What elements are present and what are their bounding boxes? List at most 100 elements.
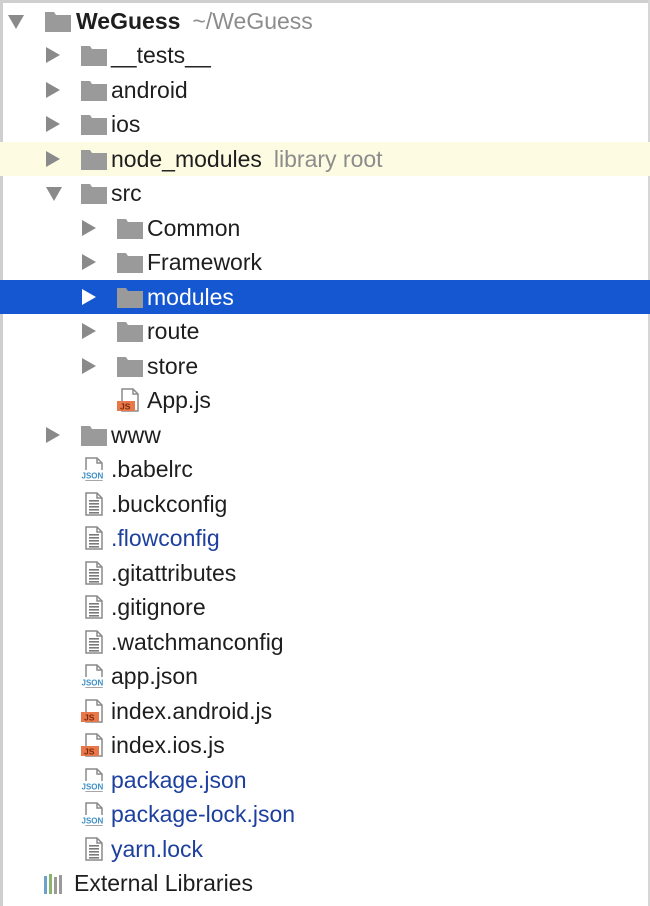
tree-row-watchmanconfig[interactable]: .watchmanconfig <box>0 625 650 659</box>
tree-row-package-json[interactable]: JSON package.json <box>0 763 650 797</box>
text-file-icon <box>85 526 103 550</box>
tree-item-name: store <box>147 352 199 379</box>
expand-arrow-icon[interactable] <box>46 47 60 63</box>
tree-row-babelrc[interactable]: JSON .babelrc <box>0 452 650 486</box>
json-badge-text: JSON <box>82 679 104 688</box>
tree-row-flowconfig[interactable]: .flowconfig <box>0 521 650 555</box>
tree-row-store[interactable]: store <box>0 349 650 383</box>
json-file-icon: JSON <box>81 802 108 826</box>
expand-arrow-icon[interactable] <box>46 426 60 443</box>
tree-item-label: yarn.lock <box>111 835 203 863</box>
json-file-icon: JSON <box>81 664 108 688</box>
json-badge-text: JSON <box>82 817 104 826</box>
tree-row-node-modules[interactable]: node_modules library root <box>0 141 650 176</box>
tree-item-label: Framework <box>147 248 262 276</box>
tree-item-name: package-lock.json <box>111 801 296 827</box>
tree-item-name: .gitignore <box>111 594 206 620</box>
expand-arrow-icon[interactable] <box>46 81 60 98</box>
folder-icon <box>81 149 107 170</box>
tree-item-name: Common <box>147 214 241 241</box>
tree-item-name: .babelrc <box>111 456 193 482</box>
expand-arrow-icon[interactable] <box>82 254 96 270</box>
tree-row-tests[interactable]: __tests__ <box>0 38 650 72</box>
root-name: WeGuess <box>76 8 181 34</box>
tree-item-label: .watchmanconfig <box>111 628 284 656</box>
tree-item-name: __tests__ <box>111 42 211 68</box>
folder-icon <box>81 425 107 446</box>
external-libraries-label: External Libraries <box>74 870 253 896</box>
tree-item-label: index.android.js <box>111 697 272 725</box>
tree-row-modules[interactable]: modules <box>0 279 650 314</box>
tree-item-label: android <box>111 76 188 104</box>
tree-item-name: src <box>111 180 142 206</box>
json-file-icon: JSON <box>81 767 108 792</box>
tree-row-index-ios-js[interactable]: JS index.ios.js <box>0 728 650 762</box>
tree-item-name: .watchmanconfig <box>111 628 284 655</box>
tree-item-label: .babelrc <box>111 455 193 483</box>
tree-row-app-js[interactable]: JS App.js <box>0 383 650 417</box>
tree-row-yarn-lock[interactable]: yarn.lock <box>0 832 650 866</box>
tree-row-gitignore[interactable]: .gitignore <box>0 590 650 624</box>
tree-item-name: Framework <box>147 249 263 275</box>
tree-row-route[interactable]: route <box>0 314 650 348</box>
tree-item-name: index.ios.js <box>111 732 225 758</box>
tree-item-label: package.json <box>111 766 247 794</box>
tree-row-gitattributes[interactable]: .gitattributes <box>0 556 650 590</box>
text-file-icon <box>85 629 103 654</box>
folder-icon <box>81 184 107 204</box>
tree-item-name: android <box>111 76 188 103</box>
expand-arrow-icon[interactable] <box>46 150 60 167</box>
expand-arrow-icon[interactable] <box>82 357 96 374</box>
tree-item-label: ios <box>111 110 140 138</box>
tree-item-label: www <box>111 421 161 449</box>
tree-item-name: .buckconfig <box>111 490 228 517</box>
tree-item-name: yarn.lock <box>111 835 204 862</box>
folder-icon <box>117 356 143 377</box>
folder-icon <box>117 218 143 239</box>
tree-item-name: node_modules <box>111 145 262 172</box>
expand-arrow-icon[interactable] <box>82 219 96 236</box>
tree-row-app-json[interactable]: JSON app.json <box>0 659 650 693</box>
folder-icon <box>45 12 71 32</box>
expand-arrow-icon[interactable] <box>8 15 24 29</box>
tree-row-package-lock-json[interactable]: JSON package-lock.json <box>0 797 650 831</box>
tree-item-label: __tests__ <box>111 41 211 69</box>
tree-item-label: Common <box>147 214 240 242</box>
collapse-arrow-icon[interactable] <box>46 187 62 201</box>
tree-item-name: App.js <box>147 387 211 413</box>
tree-item-name: www <box>111 421 161 448</box>
tree-item-label: node_modules library root <box>111 145 383 173</box>
tree-row-ios[interactable]: ios <box>0 107 650 141</box>
folder-icon <box>81 115 107 135</box>
tree-item-label: index.ios.js <box>111 731 225 759</box>
json-file-icon: JSON <box>81 457 108 481</box>
text-file-icon <box>85 595 103 619</box>
tree-row-www[interactable]: www <box>0 418 650 452</box>
root-path: ~/WeGuess <box>192 8 313 34</box>
tree-item-name: .gitattributes <box>111 559 237 586</box>
tree-row-buckconfig[interactable]: .buckconfig <box>0 487 650 521</box>
folder-icon <box>81 80 107 101</box>
tree-item-label: route <box>147 317 199 345</box>
library-bars-icon <box>44 874 62 894</box>
external-libraries-row[interactable]: External Libraries <box>0 866 650 900</box>
json-badge-text: JSON <box>82 472 104 481</box>
text-file-icon <box>85 836 103 861</box>
tree-row-index-android-js[interactable]: JS index.android.js <box>0 694 650 728</box>
folder-icon <box>117 287 143 308</box>
tree-root-row[interactable]: WeGuess ~/WeGuess <box>0 4 650 38</box>
expand-arrow-icon[interactable] <box>82 288 96 305</box>
tree-row-common[interactable]: Common <box>0 211 650 245</box>
expand-arrow-icon[interactable] <box>82 323 96 339</box>
tree-item-label: store <box>147 352 198 380</box>
text-file-icon <box>85 491 103 516</box>
tree-row-src[interactable]: src <box>0 176 650 210</box>
tree-row-framework[interactable]: Framework <box>0 245 650 279</box>
js-badge-text: JS <box>84 712 95 722</box>
expand-arrow-icon[interactable] <box>46 116 60 132</box>
json-badge-text: JSON <box>82 782 104 791</box>
js-file-icon: JS <box>81 698 103 723</box>
js-badge-text: JS <box>84 747 95 757</box>
tree-row-android[interactable]: android <box>0 73 650 107</box>
tree-item-name: ios <box>111 111 141 137</box>
